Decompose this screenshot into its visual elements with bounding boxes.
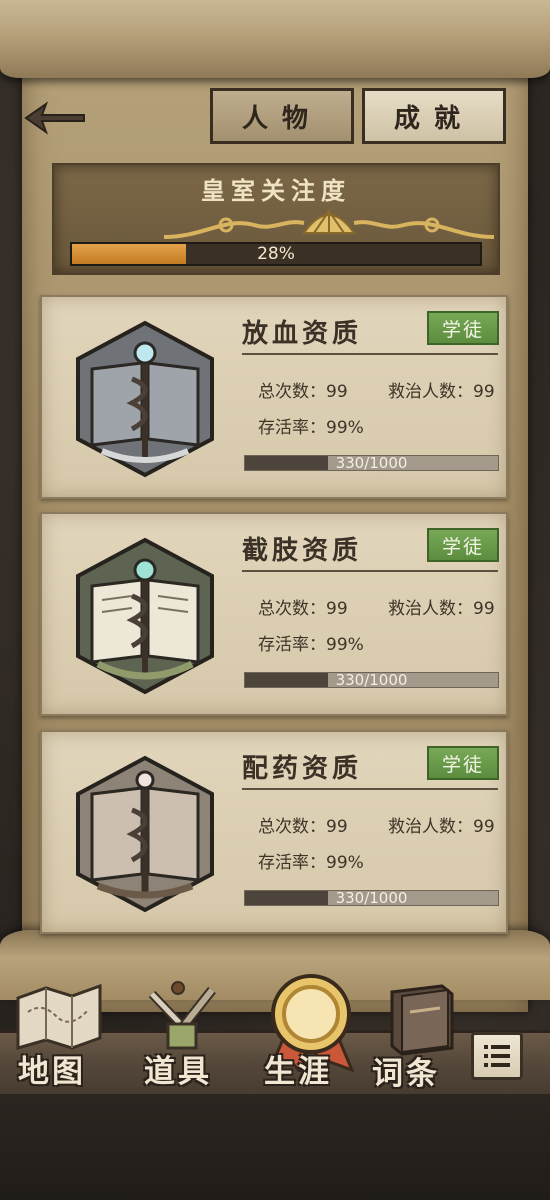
royal-attention-title: 皇室关注度 <box>201 177 351 205</box>
total-count-label: 总次数： <box>258 382 326 402</box>
back-button[interactable] <box>22 98 88 138</box>
survival-rate-label: 存活率： <box>258 853 326 873</box>
nav-tools-label: 道具 <box>144 1054 212 1090</box>
skill-xp-text: 330/1000 <box>335 889 408 907</box>
patients-stat: 救治人数：99 <box>388 594 495 619</box>
skill-xp-text: 330/1000 <box>335 671 408 689</box>
survival-rate-value: 99% <box>326 635 364 655</box>
skill-name: 截肢资质 <box>242 536 363 566</box>
list-menu-icon <box>484 1045 510 1067</box>
nav-entries-label: 词条 <box>372 1056 440 1092</box>
patients-value: 99 <box>473 382 495 402</box>
total-count-stat: 总次数：99 <box>258 812 348 837</box>
skill-name: 放血资质 <box>242 319 363 349</box>
royal-attention-progress: 28% <box>70 242 482 266</box>
nav-map[interactable]: 地图 <box>12 982 112 1092</box>
patients-label: 救治人数： <box>388 599 473 619</box>
skill-rank-badge: 学徒 <box>427 528 499 562</box>
survival-rate-label: 存活率： <box>258 418 326 438</box>
tools-icon <box>148 981 216 1050</box>
survival-rate-value: 99% <box>326 853 364 873</box>
royal-attention-panel: 皇室关注度 28% <box>52 163 500 275</box>
skill-xp-bar: 330/1000 <box>244 454 499 472</box>
patients-value: 99 <box>473 599 495 619</box>
total-count-value: 99 <box>326 599 348 619</box>
total-count-value: 99 <box>326 382 348 402</box>
total-count-value: 99 <box>326 817 348 837</box>
patients-label: 救治人数： <box>388 382 473 402</box>
nav-map-label: 地图 <box>18 1054 86 1090</box>
blood-book-emblem-icon <box>76 320 214 478</box>
survival-rate-label: 存活率： <box>258 635 326 655</box>
book-icon <box>390 984 454 1056</box>
scroll-top-roll <box>0 0 550 78</box>
patients-stat: 救治人数：99 <box>388 812 495 837</box>
skill-xp-bar: 330/1000 <box>244 889 499 907</box>
skill-rank-badge: 学徒 <box>427 311 499 345</box>
skill-divider <box>242 570 498 572</box>
gold-scroll-ornament-icon <box>164 209 494 239</box>
bottom-nav-base <box>0 1094 550 1200</box>
skill-xp-text: 330/1000 <box>335 454 408 472</box>
tab-character[interactable]: 人物 <box>210 88 354 144</box>
tab-character-label: 人物 <box>241 103 322 134</box>
nav-career-label: 生涯 <box>264 1054 332 1090</box>
total-count-stat: 总次数：99 <box>258 377 348 402</box>
menu-button[interactable] <box>471 1032 523 1080</box>
skill-card[interactable]: 放血资质 学徒 总次数：99 救治人数：99 存活率：99% 330/1000 <box>40 295 508 499</box>
survival-rate-value: 99% <box>326 418 364 438</box>
nav-career[interactable]: 生涯 <box>252 972 372 1092</box>
patients-stat: 救治人数：99 <box>388 377 495 402</box>
skill-name: 配药资质 <box>242 754 363 784</box>
patients-value: 99 <box>473 817 495 837</box>
survival-rate-stat: 存活率：99% <box>258 413 364 438</box>
survival-rate-stat: 存活率：99% <box>258 630 364 655</box>
skill-xp-bar: 330/1000 <box>244 671 499 689</box>
pharmacy-book-emblem-icon <box>76 755 214 913</box>
total-count-label: 总次数： <box>258 817 326 837</box>
total-count-stat: 总次数：99 <box>258 594 348 619</box>
tab-achievements-label: 成就 <box>393 103 474 134</box>
total-count-label: 总次数： <box>258 599 326 619</box>
amputation-book-emblem-icon <box>76 537 214 695</box>
skill-rank-badge: 学徒 <box>427 746 499 780</box>
royal-attention-percent: 28% <box>257 244 295 264</box>
patients-label: 救治人数： <box>388 817 473 837</box>
back-arrow-icon <box>24 101 85 135</box>
skill-divider <box>242 353 498 355</box>
map-icon <box>16 983 102 1050</box>
survival-rate-stat: 存活率：99% <box>258 848 364 873</box>
nav-entries[interactable]: 词条 <box>372 982 472 1092</box>
skill-card[interactable]: 截肢资质 学徒 总次数：99 救治人数：99 存活率：99% 330/1000 <box>40 512 508 716</box>
skill-divider <box>242 788 498 790</box>
nav-tools[interactable]: 道具 <box>132 980 242 1092</box>
tab-achievements[interactable]: 成就 <box>362 88 506 144</box>
skill-card[interactable]: 配药资质 学徒 总次数：99 救治人数：99 存活率：99% 330/1000 <box>40 730 508 934</box>
